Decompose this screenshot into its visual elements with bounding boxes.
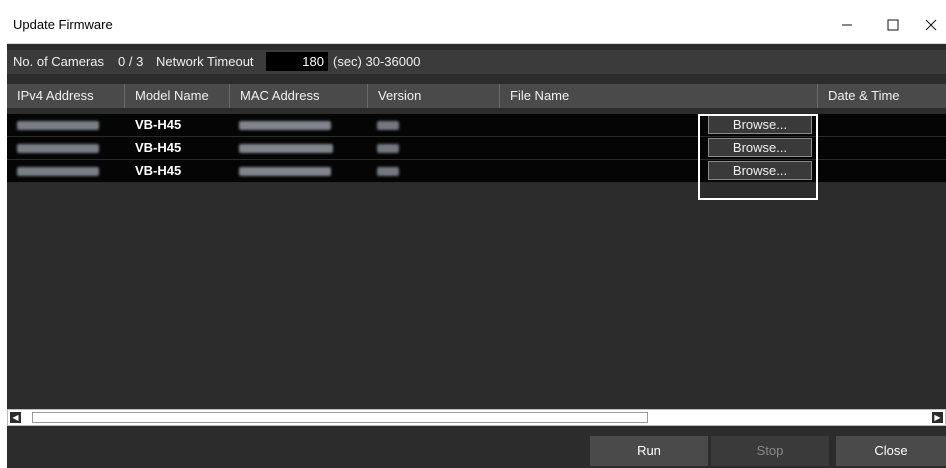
column-ipv4[interactable]: IPv4 Address <box>7 84 125 108</box>
timeout-label: Network Timeout <box>156 54 254 69</box>
ipv4-redacted <box>17 167 99 176</box>
table-row[interactable]: VB-H45 Browse... <box>7 160 946 183</box>
column-date-time[interactable]: Date & Time <box>818 84 946 108</box>
ipv4-redacted <box>17 144 99 153</box>
scroll-right-icon[interactable]: ▶ <box>932 412 943 423</box>
info-bar: No. of Cameras 0 / 3 Network Timeout 180… <box>7 50 946 74</box>
table-row[interactable]: VB-H45 Browse... <box>7 137 946 160</box>
model-cell: VB-H45 <box>135 117 182 132</box>
maximize-icon <box>887 19 899 30</box>
footer: Run Stop Close <box>7 431 946 468</box>
window-title: Update Firmware <box>13 17 113 32</box>
table-header: IPv4 Address Model Name MAC Address Vers… <box>7 84 946 108</box>
browse-button[interactable]: Browse... <box>708 161 812 180</box>
mac-redacted <box>239 144 333 153</box>
close-window-button[interactable] <box>916 6 946 43</box>
browse-button[interactable]: Browse... <box>708 115 812 134</box>
cameras-label: No. of Cameras <box>13 54 105 69</box>
run-button[interactable]: Run <box>590 436 708 466</box>
minimize-icon <box>842 24 852 25</box>
version-redacted <box>377 167 399 176</box>
mac-redacted <box>239 121 331 130</box>
column-mac[interactable]: MAC Address <box>230 84 368 108</box>
table-row[interactable]: VB-H45 Browse... <box>7 114 946 137</box>
browse-button[interactable]: Browse... <box>708 138 812 157</box>
cameras-value: 0 / 3 <box>118 54 144 69</box>
column-file-name[interactable]: File Name <box>500 84 818 108</box>
stop-button[interactable]: Stop <box>711 436 829 466</box>
camera-table: IPv4 Address Model Name MAC Address Vers… <box>7 84 946 402</box>
ipv4-redacted <box>17 121 99 130</box>
model-cell: VB-H45 <box>135 140 182 155</box>
column-version[interactable]: Version <box>368 84 500 108</box>
scrollbar-thumb[interactable] <box>32 412 648 423</box>
timeout-hint: (sec) 30-36000 <box>333 54 421 69</box>
update-firmware-window: Update Firmware No. of Cameras 0 / 3 Net… <box>7 6 946 468</box>
model-cell: VB-H45 <box>135 163 182 178</box>
minimize-button[interactable] <box>824 6 870 43</box>
maximize-button[interactable] <box>870 6 916 43</box>
version-redacted <box>377 121 399 130</box>
close-icon <box>925 19 937 30</box>
timeout-input[interactable]: 180 <box>266 52 328 71</box>
version-redacted <box>377 144 399 153</box>
scroll-left-icon[interactable]: ◀ <box>10 412 21 423</box>
column-model[interactable]: Model Name <box>125 84 230 108</box>
mac-redacted <box>239 167 331 176</box>
title-bar: Update Firmware <box>7 6 946 44</box>
horizontal-scrollbar[interactable]: ◀ ▶ <box>7 409 946 426</box>
close-button[interactable]: Close <box>836 436 946 466</box>
